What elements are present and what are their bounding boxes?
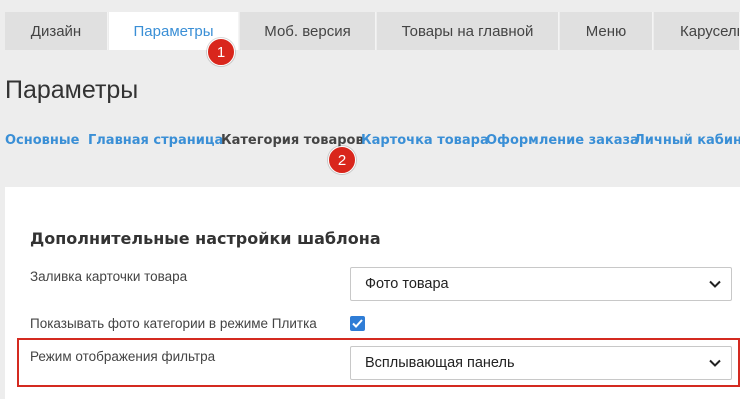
tab-menu[interactable]: Меню <box>560 12 653 50</box>
step-badge-2: 2 <box>328 146 356 174</box>
tab-design[interactable]: Дизайн <box>5 12 108 50</box>
fill-label: Заливка карточки товара <box>30 269 188 284</box>
filter-mode-label: Режим отображения фильтра <box>30 349 216 364</box>
page-title: Параметры <box>5 76 139 104</box>
top-tab-bar: Дизайн Параметры Моб. версия Товары на г… <box>0 0 740 60</box>
chevron-down-icon <box>709 280 721 288</box>
step-badge-1: 1 <box>207 38 235 66</box>
subnav-personal-account[interactable]: Личный кабинет <box>634 133 740 148</box>
subnav-main[interactable]: Основные <box>5 133 79 148</box>
tab-main-page-products[interactable]: Товары на главной <box>377 12 559 50</box>
section-title: Дополнительные настройки шаблона <box>30 229 381 248</box>
tab-mobile-version[interactable]: Моб. версия <box>240 12 376 50</box>
tab-carousel[interactable]: Карусель <box>654 12 740 50</box>
settings-panel: Дополнительные настройки шаблона Заливка… <box>5 187 740 399</box>
subnav-product-card[interactable]: Карточка товара <box>361 133 489 148</box>
tabs: Дизайн Параметры Моб. версия Товары на г… <box>5 12 740 50</box>
subnav-home-page[interactable]: Главная страница <box>88 133 223 148</box>
category-photo-checkbox[interactable] <box>350 316 365 331</box>
fill-select-value: Фото товара <box>365 276 449 292</box>
filter-mode-select[interactable]: Всплывающая панель <box>350 346 732 380</box>
checkmark-icon <box>352 319 363 328</box>
sub-navigation: Основные Главная страница Категория това… <box>5 133 740 153</box>
fill-select[interactable]: Фото товара <box>350 267 732 301</box>
subnav-checkout[interactable]: Оформление заказа <box>486 133 639 148</box>
category-photo-label: Показывать фото категории в режиме Плитк… <box>30 316 317 331</box>
chevron-down-icon <box>709 359 721 367</box>
filter-mode-value: Всплывающая панель <box>365 355 515 371</box>
